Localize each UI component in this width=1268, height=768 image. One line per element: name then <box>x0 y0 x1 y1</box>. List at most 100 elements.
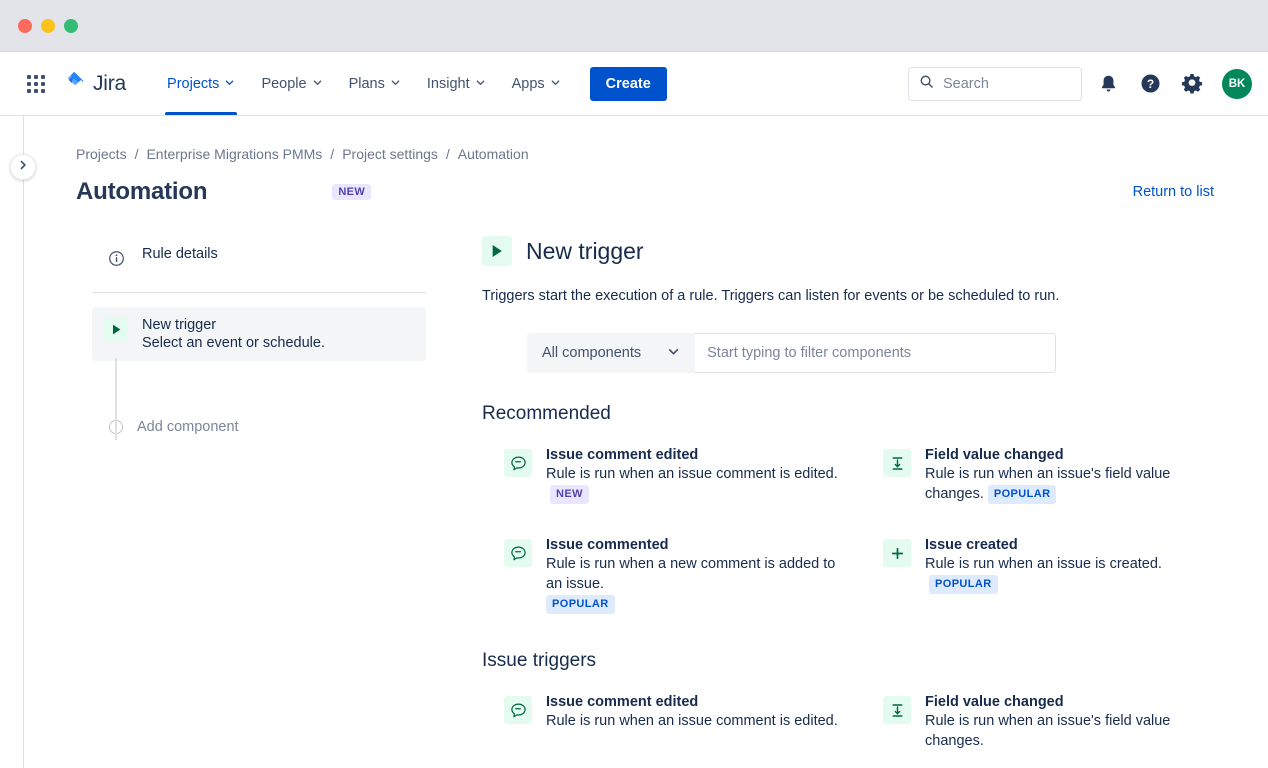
avatar[interactable]: BK <box>1222 69 1252 99</box>
search-icon <box>919 74 934 94</box>
breadcrumb-separator: / <box>446 146 450 162</box>
page-title: Automation <box>76 178 207 206</box>
step-subtitle: Select an event or schedule. <box>142 335 325 351</box>
badge-new: NEW <box>550 485 589 504</box>
step-new-trigger[interactable]: New trigger Select an event or schedule. <box>92 307 426 361</box>
plus-icon <box>883 539 911 567</box>
nav-item-people[interactable]: People <box>248 52 335 115</box>
comment-icon <box>504 696 532 724</box>
notification-bell-icon[interactable] <box>1092 68 1124 100</box>
brand-name: Jira <box>93 72 126 96</box>
close-window-button[interactable] <box>18 19 32 33</box>
chevron-down-icon <box>667 345 680 362</box>
card-title: Issue created <box>925 537 1224 553</box>
breadcrumb-separator: / <box>135 146 139 162</box>
grid-icon[interactable] <box>20 68 52 100</box>
badge-popular: POPULAR <box>988 485 1057 504</box>
expand-sidebar-button[interactable] <box>10 154 36 180</box>
search-input[interactable] <box>943 76 1071 92</box>
card-title: Issue comment edited <box>546 447 845 463</box>
component-filter-bar: All components <box>527 333 1056 373</box>
trigger-card-field-value-changed[interactable]: Field value changed Rule is run when an … <box>883 439 1230 529</box>
comment-icon <box>504 539 532 567</box>
card-title: Issue commented <box>546 537 845 553</box>
add-component-button[interactable]: Add component <box>92 409 426 445</box>
step-title: New trigger <box>142 317 325 333</box>
page-header: Automation NEW Return to list <box>76 178 1230 206</box>
component-type-select[interactable]: All components <box>527 333 695 373</box>
chevron-down-icon <box>475 76 486 92</box>
breadcrumb-separator: / <box>330 146 334 162</box>
nav-item-insight[interactable]: Insight <box>414 52 499 115</box>
minimize-window-button[interactable] <box>41 19 55 33</box>
info-icon <box>104 246 128 270</box>
trigger-card-field-value-changed-2[interactable]: Field value changed Rule is run when an … <box>883 686 1230 759</box>
component-type-value: All components <box>542 345 641 361</box>
chevron-down-icon <box>312 76 323 92</box>
main-nav-items: Projects People Plans Insight Apps <box>154 52 667 115</box>
trigger-card-issue-commented[interactable]: Issue commented Rule is run when a new c… <box>504 529 851 622</box>
trigger-card-issue-created[interactable]: Issue created Rule is run when an issue … <box>883 529 1230 622</box>
nav-right-actions: ? BK <box>908 67 1252 101</box>
badge-popular: POPULAR <box>546 595 615 614</box>
breadcrumb-item-enterprise-migrations-pmms[interactable]: Enterprise Migrations PMMs <box>146 146 322 162</box>
breadcrumb-item-automation: Automation <box>458 146 529 162</box>
card-title: Field value changed <box>925 694 1224 710</box>
issue-trigger-cards: Issue comment edited Rule is run when an… <box>504 686 1230 759</box>
step-label: Rule details <box>142 246 218 262</box>
badge-popular: POPULAR <box>929 575 998 594</box>
trigger-card-issue-comment-edited-2[interactable]: Issue comment edited Rule is run when an… <box>504 686 851 759</box>
jira-home-link[interactable]: Jira <box>64 70 126 97</box>
field-value-changed-icon <box>883 449 911 477</box>
card-description: Rule is run when an issue comment is edi… <box>546 711 845 731</box>
play-icon <box>482 236 512 266</box>
chevron-down-icon <box>550 76 561 92</box>
step-rule-details[interactable]: Rule details <box>92 236 426 280</box>
component-filter-input[interactable] <box>695 333 1056 373</box>
nav-item-label: Plans <box>349 76 385 92</box>
breadcrumb: Projects / Enterprise Migrations PMMs / … <box>76 146 1230 162</box>
card-title: Issue comment edited <box>546 694 845 710</box>
window-titlebar <box>0 0 1268 52</box>
return-to-list-link[interactable]: Return to list <box>1133 184 1230 200</box>
card-title: Field value changed <box>925 447 1224 463</box>
create-button[interactable]: Create <box>590 67 667 101</box>
card-description: Rule is run when an issue's field value … <box>925 711 1224 751</box>
maximize-window-button[interactable] <box>64 19 78 33</box>
nav-item-label: Apps <box>512 76 545 92</box>
breadcrumb-item-project-settings[interactable]: Project settings <box>342 146 438 162</box>
trigger-picker-panel: New trigger Triggers start the execution… <box>426 236 1230 759</box>
page-body: Projects / Enterprise Migrations PMMs / … <box>0 116 1268 768</box>
global-search[interactable] <box>908 67 1082 101</box>
chevron-right-icon <box>17 158 29 176</box>
nav-item-label: Insight <box>427 76 470 92</box>
section-title-issue-triggers: Issue triggers <box>482 650 1230 672</box>
jira-logo-icon <box>64 70 86 97</box>
rule-editor-panes: Rule details New trigger Select an event… <box>76 236 1230 759</box>
section-title-recommended: Recommended <box>482 403 1230 425</box>
main-content: Projects / Enterprise Migrations PMMs / … <box>24 116 1268 768</box>
project-sidebar-collapsed <box>0 116 24 768</box>
recommended-cards: Issue comment edited Rule is run when an… <box>504 439 1230 622</box>
comment-icon <box>504 449 532 477</box>
picker-header: New trigger <box>482 236 1230 266</box>
picker-title: New trigger <box>526 238 644 265</box>
nav-item-apps[interactable]: Apps <box>499 52 574 115</box>
nav-item-plans[interactable]: Plans <box>336 52 414 115</box>
divider <box>92 292 426 293</box>
card-description: Rule is run when an issue comment is edi… <box>546 466 838 482</box>
window-controls <box>18 19 78 33</box>
settings-gear-icon[interactable] <box>1176 68 1208 100</box>
svg-text:?: ? <box>1146 77 1153 91</box>
nav-item-label: Projects <box>167 76 219 92</box>
status-badge-new: NEW <box>332 184 371 200</box>
breadcrumb-item-projects[interactable]: Projects <box>76 146 127 162</box>
help-icon[interactable]: ? <box>1134 68 1166 100</box>
card-description: Rule is run when an issue is created. <box>925 556 1162 572</box>
field-value-changed-icon <box>883 696 911 724</box>
chevron-down-icon <box>224 76 235 92</box>
nav-item-projects[interactable]: Projects <box>154 52 248 115</box>
trigger-card-issue-comment-edited[interactable]: Issue comment edited Rule is run when an… <box>504 439 851 529</box>
nav-item-label: People <box>261 76 306 92</box>
chevron-down-icon <box>390 76 401 92</box>
